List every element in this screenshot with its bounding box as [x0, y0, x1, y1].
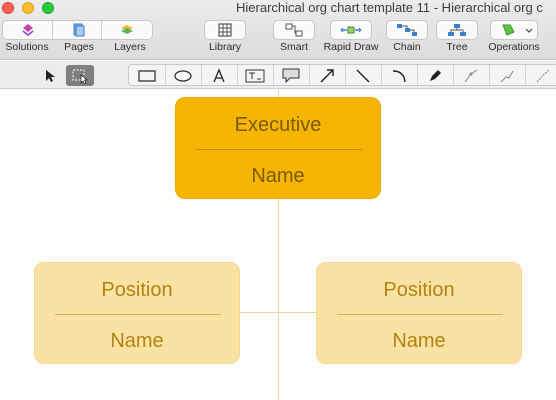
- library-icon: [218, 23, 232, 37]
- layers-button[interactable]: [102, 21, 152, 39]
- minimize-window-button[interactable]: [22, 2, 34, 14]
- pages-icon: [73, 23, 85, 37]
- pointer-tool-button[interactable]: [40, 65, 60, 86]
- select-area-tool-button[interactable]: [66, 65, 94, 86]
- operations-button[interactable]: [490, 20, 538, 40]
- horizontal-connector[interactable]: [240, 312, 316, 313]
- operations-label: Operations: [488, 41, 540, 53]
- layers-icon: [121, 25, 134, 34]
- line-tool-button[interactable]: [352, 65, 374, 86]
- ellipse-icon: [174, 69, 192, 82]
- callout-tool-button[interactable]: [280, 65, 302, 86]
- ellipse-tool-button[interactable]: [172, 65, 194, 86]
- drawing-canvas[interactable]: Executive Name Position Name Position Na…: [0, 90, 556, 400]
- library-label: Library: [208, 41, 242, 53]
- pages-label: Pages: [64, 41, 94, 53]
- smart-connector-icon: [285, 23, 303, 37]
- position-name: Name: [110, 330, 164, 352]
- pages-button[interactable]: [53, 21, 103, 39]
- bezier-tool-button[interactable]: [460, 65, 482, 86]
- position-node-right[interactable]: Position Name: [316, 262, 522, 364]
- tree-icon: [448, 24, 466, 36]
- position-title: Position: [101, 279, 173, 301]
- polyline-icon: [500, 70, 514, 82]
- rapid-draw-button[interactable]: [330, 20, 372, 40]
- operations-icon: [502, 24, 515, 36]
- executive-divider: [196, 149, 362, 150]
- layers-label: Layers: [114, 41, 146, 53]
- rapid-draw-icon: [340, 26, 362, 34]
- rapid-draw-label: Rapid Draw: [323, 41, 379, 53]
- callout-icon: [282, 68, 300, 83]
- smart-button[interactable]: [273, 20, 315, 40]
- chevron-down-icon: [525, 28, 533, 33]
- window-title: Hierarchical org chart template 11 - Hie…: [236, 0, 543, 15]
- view-panels-group: [2, 20, 153, 40]
- position-title: Position: [383, 279, 455, 301]
- smart-label: Smart: [279, 41, 308, 53]
- spline-tool-button[interactable]: [532, 65, 554, 86]
- drawing-toolbar: [0, 61, 556, 89]
- chain-label: Chain: [393, 41, 421, 53]
- library-button[interactable]: [204, 20, 246, 40]
- rectangle-tool-button[interactable]: [136, 65, 158, 86]
- text-tool-button[interactable]: [208, 65, 230, 86]
- line-icon: [356, 69, 370, 82]
- executive-title: Executive: [234, 114, 322, 136]
- pen-tool-button[interactable]: [424, 65, 446, 86]
- pointer-icon: [46, 69, 55, 82]
- position-divider: [55, 314, 221, 315]
- arc-icon: [392, 69, 406, 82]
- arrow-tool-button[interactable]: [316, 65, 338, 86]
- tree-label: Tree: [446, 41, 468, 53]
- rectangle-icon: [138, 69, 156, 82]
- executive-name: Name: [251, 165, 305, 187]
- spline-icon: [536, 69, 550, 82]
- solutions-button[interactable]: [3, 21, 53, 39]
- solutions-label: Solutions: [5, 41, 49, 53]
- bezier-icon: [464, 69, 478, 82]
- tree-button[interactable]: [436, 20, 478, 40]
- select-area-icon: [72, 69, 88, 84]
- text-icon: [213, 67, 225, 82]
- position-name: Name: [392, 330, 446, 352]
- arc-tool-button[interactable]: [388, 65, 410, 86]
- position-node-left[interactable]: Position Name: [34, 262, 240, 364]
- chain-icon: [397, 24, 417, 36]
- text-block-icon: [245, 69, 265, 82]
- chain-button[interactable]: [386, 20, 428, 40]
- polyline-tool-button[interactable]: [496, 65, 518, 86]
- pen-icon: [430, 69, 441, 81]
- executive-node[interactable]: Executive Name: [175, 97, 381, 199]
- position-divider: [337, 314, 503, 315]
- text-block-tool-button[interactable]: [244, 65, 266, 86]
- maximize-window-button[interactable]: [42, 2, 54, 14]
- arrow-icon: [320, 68, 334, 82]
- solutions-icon: [22, 24, 34, 36]
- close-window-button[interactable]: [2, 2, 14, 14]
- title-bar: Hierarchical org chart template 11 - Hie…: [0, 0, 556, 60]
